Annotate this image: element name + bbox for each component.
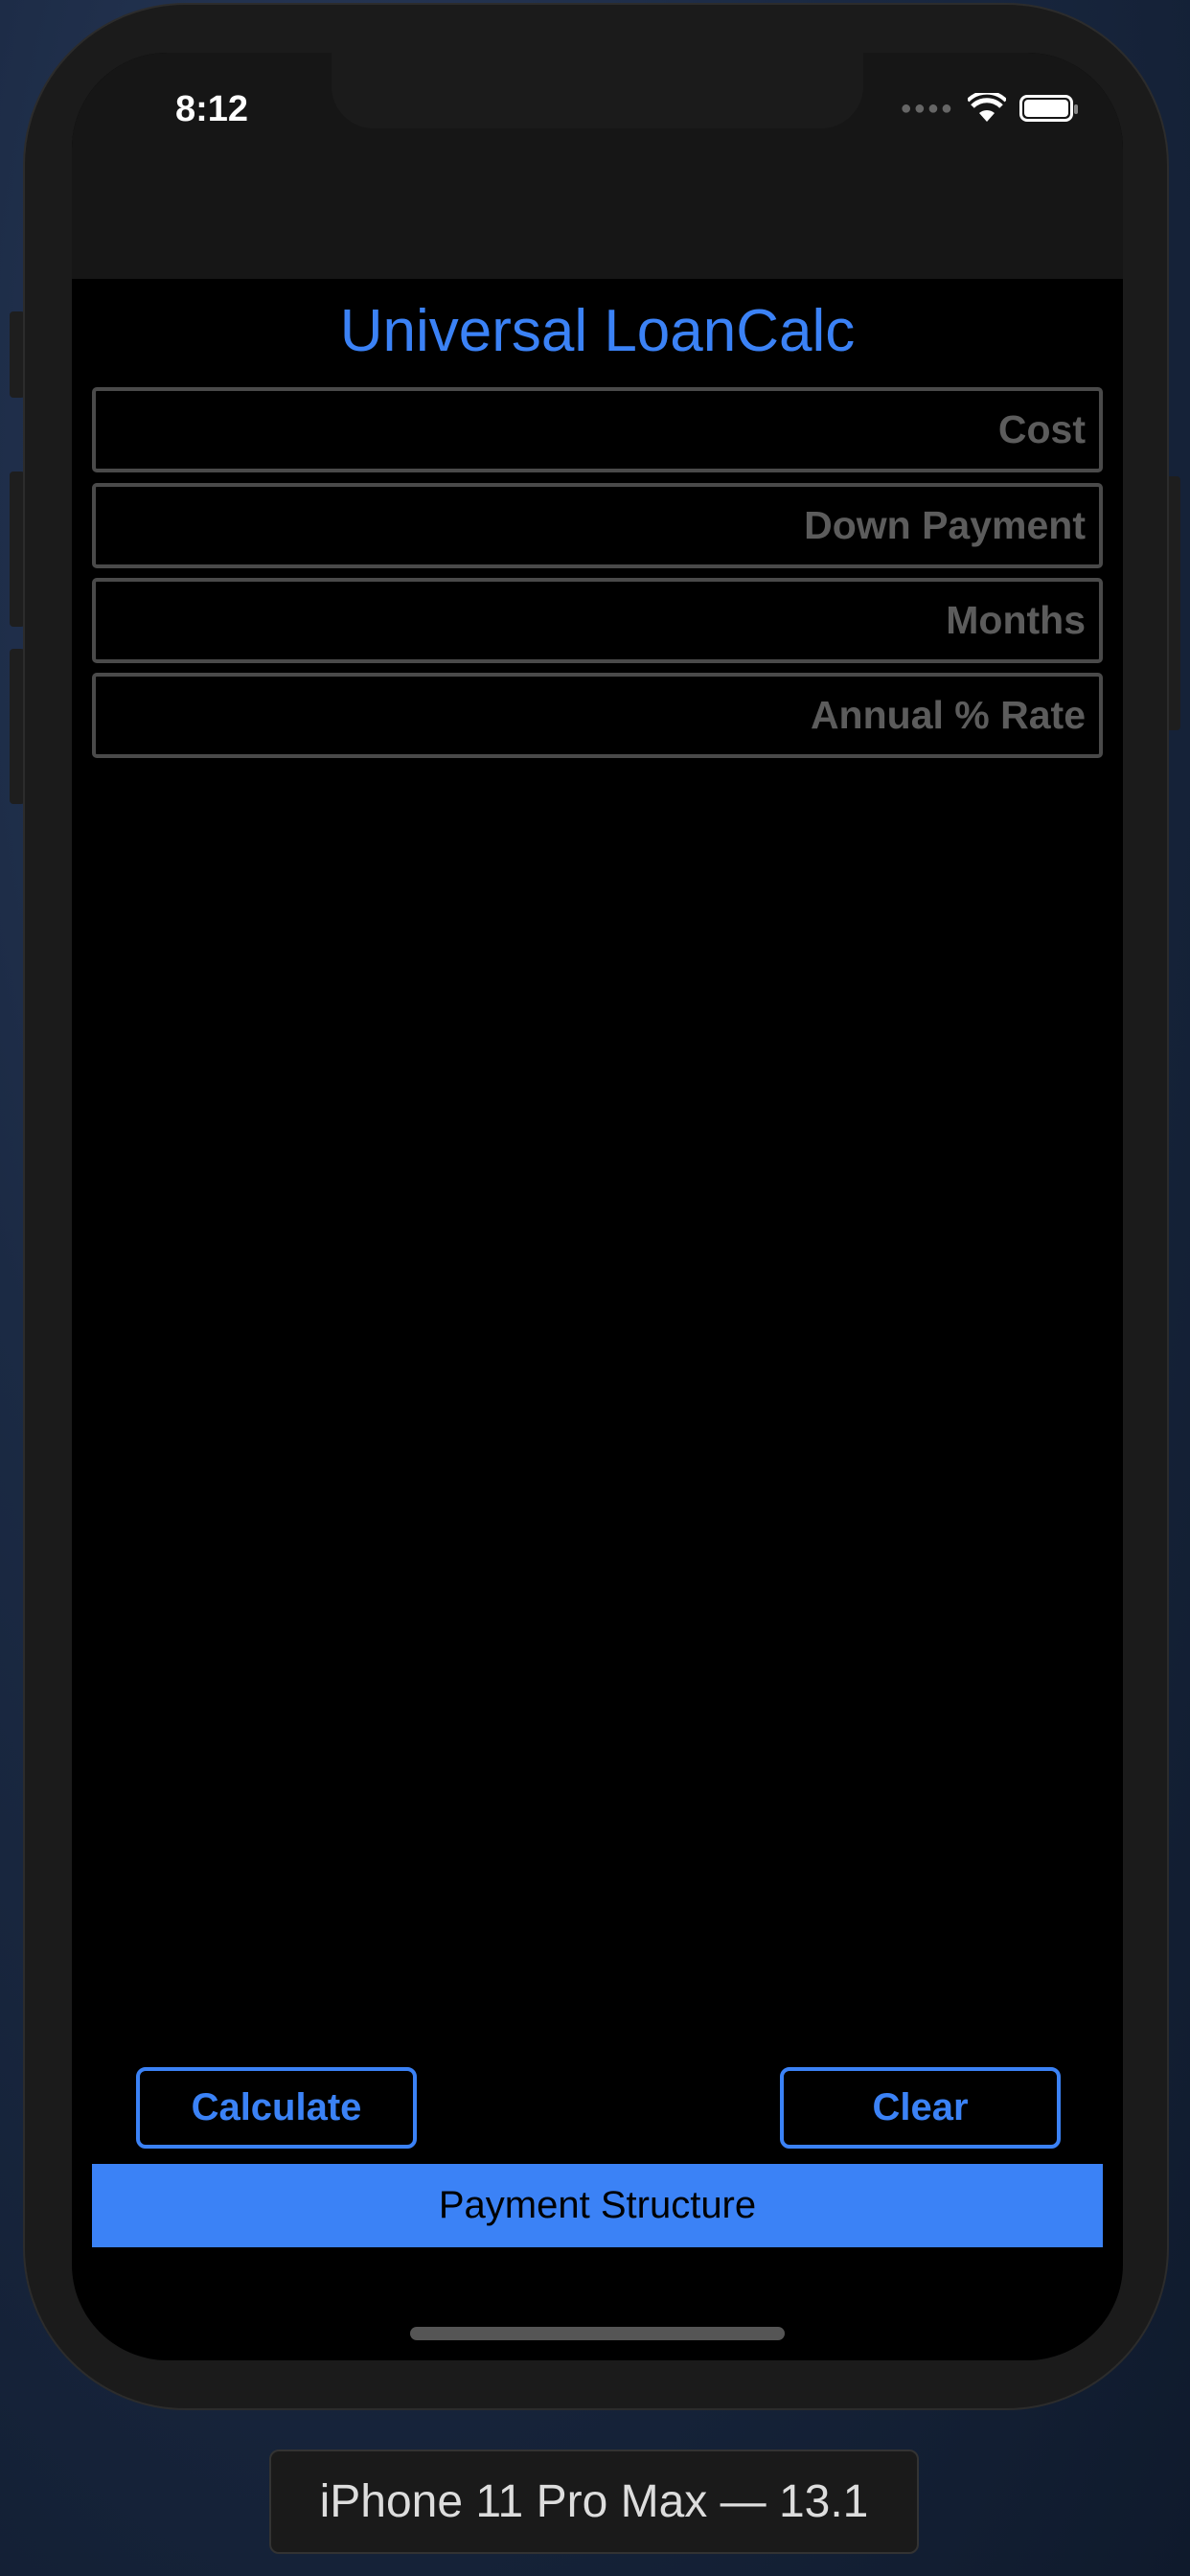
cost-input[interactable] [92,387,1103,472]
status-icons: ●●●● [900,93,1078,124]
down-payment-input[interactable] [92,483,1103,568]
payment-structure-button[interactable]: Payment Structure [92,2164,1103,2247]
home-indicator[interactable] [410,2327,785,2340]
notch [332,53,863,128]
months-input[interactable] [92,578,1103,663]
annual-rate-input[interactable] [92,673,1103,758]
status-time: 8:12 [175,89,249,129]
wifi-icon [968,93,1006,122]
cellular-signal-icon: ●●●● [900,97,954,119]
clear-button[interactable]: Clear [780,2067,1061,2149]
app-title: Universal LoanCalc [339,298,856,364]
simulator-device-label: iPhone 11 Pro Max — 13.1 [269,2450,919,2554]
calculate-button[interactable]: Calculate [136,2067,417,2149]
battery-icon [1019,95,1078,122]
device-screen: 8:12 ●●●● Universal LoanCalc Calculate C… [72,53,1123,2360]
